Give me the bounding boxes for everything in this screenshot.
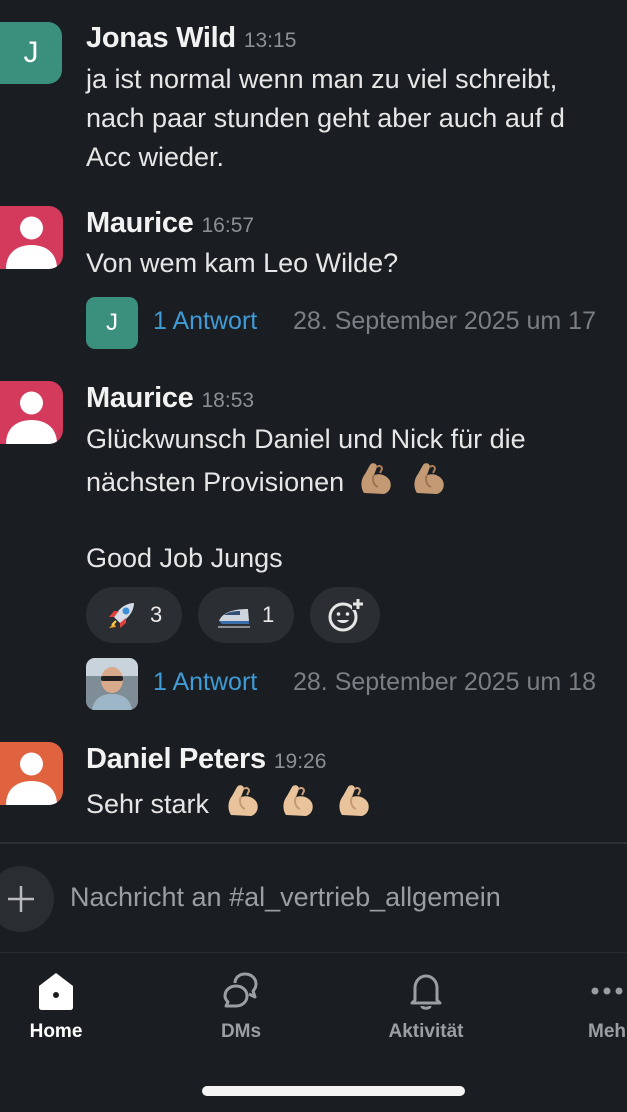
message-line: Sehr stark: [86, 789, 210, 819]
reaction-train[interactable]: 1: [198, 587, 294, 643]
message-text: Von wem kam Leo Wilde?: [86, 244, 398, 283]
avatar[interactable]: [0, 742, 63, 805]
flexed-biceps-emoji: [409, 459, 449, 499]
tab-label: Meh: [588, 1021, 626, 1042]
default-user-icon: [0, 206, 63, 269]
tab-label: Aktivität: [388, 1021, 464, 1042]
author-name[interactable]: Daniel Peters: [86, 743, 266, 775]
bell-icon: [410, 974, 442, 1010]
message-line: Good Job Jungs: [86, 543, 283, 573]
flexed-biceps-emoji: [356, 459, 396, 499]
thread-reply-count[interactable]: 1 Antwort: [153, 307, 257, 336]
message-time: 16:57: [201, 214, 255, 237]
message-time: 13:15: [243, 29, 297, 52]
message-line: nächsten Provisionen: [86, 467, 345, 497]
tab-dms[interactable]: DMs: [186, 969, 296, 1043]
tab-activity[interactable]: Aktivität: [371, 969, 481, 1043]
dms-icon: [223, 972, 258, 1008]
default-user-icon: [0, 742, 63, 805]
high-speed-train-emoji: [218, 609, 250, 628]
tab-label: DMs: [220, 1021, 262, 1042]
add-attachment-button[interactable]: [0, 866, 54, 932]
avatar-letter: J: [106, 309, 118, 336]
reaction-count: 3: [150, 602, 163, 627]
message-line: Acc wieder.: [86, 142, 225, 172]
thread-last-reply-date: 28. September 2025 um 18: [293, 668, 596, 696]
message-line-with-emoji: nächsten Provisionen: [86, 459, 526, 502]
reaction-rocket[interactable]: 3: [86, 587, 182, 643]
thread-reply-count[interactable]: 1 Antwort: [153, 668, 257, 697]
user-photo-icon: [86, 658, 138, 710]
thread-last-reply-date: 28. September 2025 um 17: [293, 307, 596, 335]
message-line: Glückwunsch Daniel und Nick für die: [86, 424, 526, 454]
message-header: Maurice 18:53: [86, 382, 254, 415]
composer-divider: [0, 842, 627, 844]
home-icon: [39, 973, 73, 1010]
flexed-biceps-emoji: [223, 781, 263, 821]
message-input[interactable]: [70, 882, 610, 913]
message-header: Maurice 16:57: [86, 207, 254, 240]
message-text: Sehr stark: [86, 781, 374, 824]
more-icon: [591, 987, 623, 995]
tab-more[interactable]: Meh: [552, 969, 627, 1043]
author-name[interactable]: Jonas Wild: [86, 22, 236, 54]
message-composer: [0, 866, 627, 932]
message-line: Von wem kam Leo Wilde?: [86, 248, 399, 278]
message-text: ja ist normal wenn man zu viel schreibt,…: [86, 60, 565, 177]
message-header: Jonas Wild 13:15: [86, 22, 296, 55]
add-emoji-icon: [328, 598, 364, 632]
avatar[interactable]: J: [0, 22, 62, 84]
rocket-emoji: [109, 603, 134, 628]
author-name[interactable]: Maurice: [86, 382, 194, 414]
add-reaction-button[interactable]: [310, 587, 380, 643]
message-feed[interactable]: J Jonas Wild 13:15 ja ist normal wenn man…: [0, 0, 627, 842]
message-time: 18:53: [201, 389, 255, 412]
message-time: 19:26: [273, 750, 327, 773]
avatar-letter: J: [23, 36, 39, 69]
message-text: Glückwunsch Daniel und Nick für die näch…: [86, 420, 526, 578]
thread-avatar-photo: [86, 658, 138, 710]
tab-home[interactable]: Home: [1, 969, 111, 1043]
avatar[interactable]: [0, 206, 63, 269]
reaction-count: 1: [262, 602, 275, 627]
message-line: nach paar stunden geht aber auch auf d: [86, 103, 565, 133]
plus-icon: [8, 886, 34, 912]
author-name[interactable]: Maurice: [86, 207, 194, 239]
message-line: ja ist normal wenn man zu viel schreibt,: [86, 64, 558, 94]
tab-label: Home: [29, 1021, 83, 1042]
avatar[interactable]: [0, 381, 63, 444]
default-user-icon: [0, 381, 63, 444]
message-header: Daniel Peters 19:26: [86, 743, 326, 776]
flexed-biceps-emoji: [334, 781, 374, 821]
flexed-biceps-emoji: [278, 781, 318, 821]
home-indicator[interactable]: [202, 1086, 465, 1096]
thread-avatar: J: [86, 297, 138, 349]
